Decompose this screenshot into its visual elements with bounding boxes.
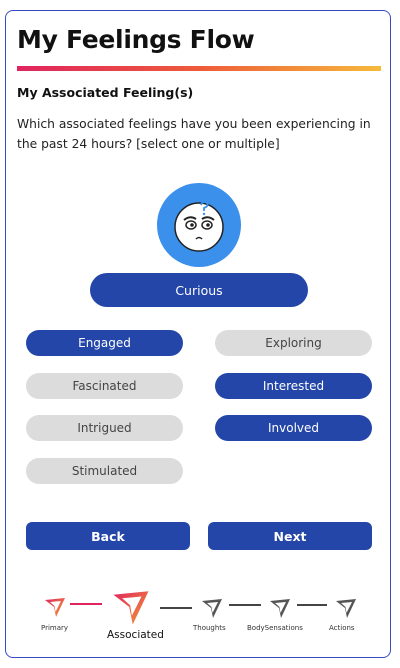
- feelings-card: My Feelings Flow My Associated Feeling(s…: [5, 10, 391, 658]
- back-button[interactable]: Back: [26, 522, 190, 550]
- question-text: Which associated feelings have you been …: [17, 117, 371, 151]
- title-gradient-bar: [17, 66, 381, 71]
- feeling-chip-interested[interactable]: Interested: [215, 373, 372, 399]
- step-connector-2: [160, 607, 192, 609]
- step-connector-3: [229, 604, 261, 606]
- step-label-actions: Actions: [329, 624, 355, 632]
- page-title: My Feelings Flow: [17, 25, 255, 54]
- feeling-chip-intrigued[interactable]: Intrigued: [26, 415, 183, 441]
- step-connector-4: [297, 604, 327, 606]
- curious-face-icon: [157, 183, 241, 267]
- feeling-chip-involved[interactable]: Involved: [215, 415, 372, 441]
- next-button[interactable]: Next: [208, 522, 372, 550]
- step-thoughts-icon: [202, 599, 222, 618]
- feeling-chip-fascinated[interactable]: Fascinated: [26, 373, 183, 399]
- step-associated-icon: [113, 591, 149, 625]
- section-subtitle: My Associated Feeling(s): [17, 85, 194, 100]
- step-actions-icon: [336, 599, 356, 618]
- step-label-associated: Associated: [107, 629, 164, 641]
- feeling-chip-exploring[interactable]: Exploring: [215, 330, 372, 356]
- step-label-body-sensations: BodySensations: [247, 624, 303, 632]
- step-primary-icon: [45, 598, 65, 617]
- step-body-sensations-icon: [270, 599, 290, 618]
- step-connector-1: [70, 603, 102, 605]
- feeling-chip-stimulated[interactable]: Stimulated: [26, 458, 183, 484]
- feeling-chip-engaged[interactable]: Engaged: [26, 330, 183, 356]
- primary-feeling-pill[interactable]: Curious: [90, 273, 308, 307]
- step-label-primary: Primary: [41, 624, 69, 632]
- step-label-thoughts: Thoughts: [193, 624, 226, 632]
